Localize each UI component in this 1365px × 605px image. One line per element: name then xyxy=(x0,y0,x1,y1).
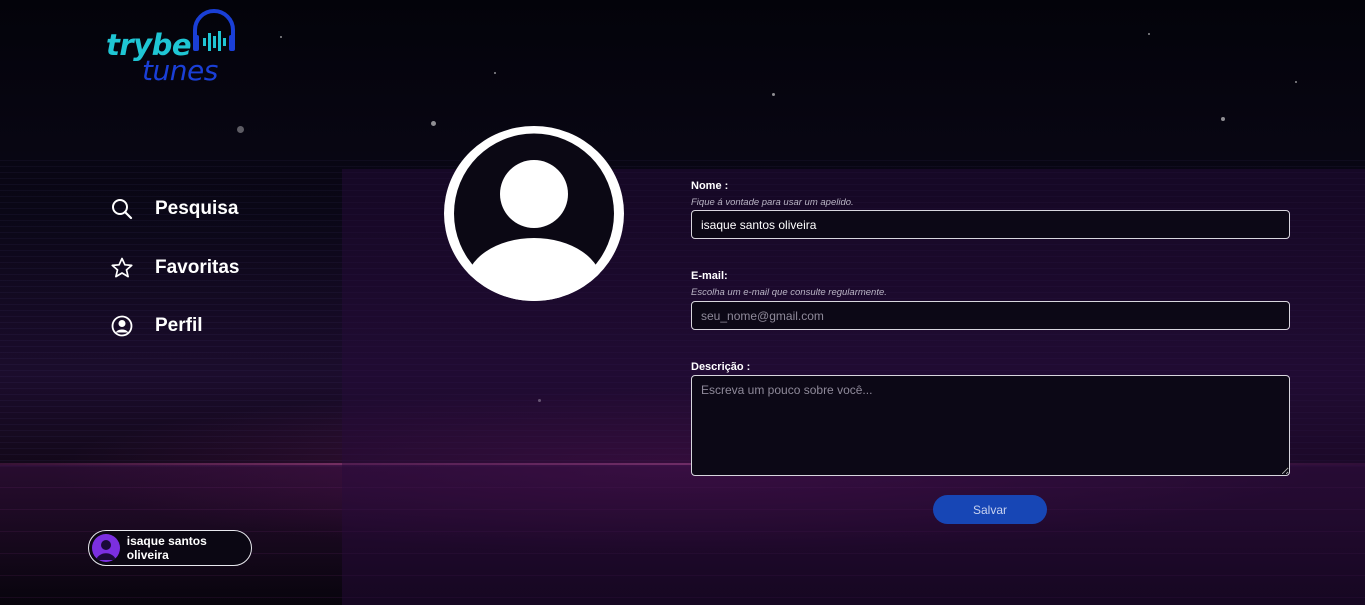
avatar xyxy=(92,534,120,562)
headphones-equalizer-icon xyxy=(193,9,235,51)
save-button[interactable]: Salvar xyxy=(933,495,1047,524)
user-name: isaque santos oliveira xyxy=(126,534,207,562)
email-hint: Escolha um e-mail que consulte regularme… xyxy=(691,287,887,298)
logo-text-tunes: tunes xyxy=(142,54,218,87)
user-circle-icon xyxy=(111,315,133,337)
star-dot xyxy=(431,121,436,126)
email-label: E-mail: xyxy=(691,270,728,282)
star-dot xyxy=(1221,117,1225,121)
name-hint: Fique á vontade para usar um apelido. xyxy=(691,197,854,208)
name-field[interactable] xyxy=(691,210,1290,239)
email-field[interactable] xyxy=(691,301,1290,330)
star-icon xyxy=(111,257,133,279)
user-profile-chip[interactable]: isaque santos oliveira xyxy=(88,530,252,566)
description-field[interactable] xyxy=(691,375,1290,476)
nav-item-label: Perfil xyxy=(155,315,203,336)
nav-item-pesquisa[interactable]: Pesquisa xyxy=(111,198,238,220)
star-dot xyxy=(237,126,244,133)
star-dot xyxy=(1295,81,1297,83)
default-user-avatar-icon xyxy=(454,133,614,301)
star-dot xyxy=(772,93,775,96)
star-dot xyxy=(494,72,496,74)
nav-item-perfil[interactable]: Perfil xyxy=(111,315,203,337)
nav-item-label: Favoritas xyxy=(155,257,240,278)
nav-item-favoritas[interactable]: Favoritas xyxy=(111,257,239,279)
nav-item-label: Pesquisa xyxy=(155,198,239,219)
profile-avatar[interactable] xyxy=(444,126,624,301)
user-avatar-icon xyxy=(96,540,116,560)
search-icon xyxy=(111,198,133,220)
star-dot xyxy=(1148,33,1150,35)
star-dot xyxy=(280,36,282,38)
description-label: Descrição : xyxy=(691,361,751,373)
app-logo[interactable]: trybe tunes xyxy=(106,8,241,87)
name-label: Nome : xyxy=(691,180,729,192)
